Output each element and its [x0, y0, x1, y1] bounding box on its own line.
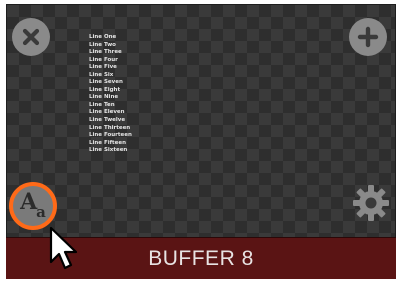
text-line: Line Eight [89, 86, 121, 93]
text-line: Line Five [89, 64, 117, 71]
text-line: Line Fourteen [89, 132, 132, 139]
font-settings-button[interactable]: Aa [9, 182, 57, 230]
mouse-pointer-icon [49, 226, 78, 270]
add-icon [357, 26, 379, 48]
text-lines-list: Line One Line Two Line Three Line Four L… [89, 34, 132, 155]
text-line: Line Twelve [89, 117, 126, 124]
buffer-name: BUFFER 8 [148, 246, 254, 270]
add-button[interactable] [349, 18, 387, 56]
close-icon [22, 28, 40, 46]
text-line: Line Three [89, 49, 122, 56]
text-line: Line Four [89, 56, 118, 63]
text-line: Line Two [89, 41, 116, 48]
settings-button[interactable] [351, 183, 391, 223]
gear-icon [353, 185, 389, 221]
text-line: Line Ten [89, 101, 115, 108]
text-line: Line Sixteen [89, 147, 128, 154]
text-line: Line Nine [89, 94, 119, 101]
text-line: Line Seven [89, 79, 123, 86]
text-line: Line Fifteen [89, 139, 126, 146]
text-line: Line One [89, 34, 117, 40]
close-button[interactable] [12, 18, 50, 56]
text-line: Line Six [89, 71, 114, 78]
text-line: Line Eleven [89, 109, 125, 116]
text-line: Line Thirteen [89, 124, 131, 131]
font-icon: Aa [20, 189, 46, 221]
